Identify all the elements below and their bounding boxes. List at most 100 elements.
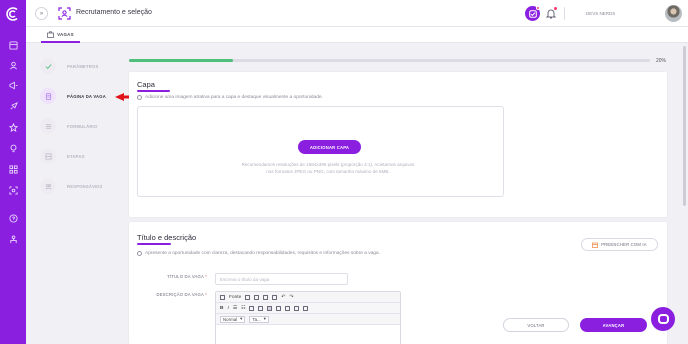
bold-icon[interactable]: B	[220, 306, 223, 311]
align-justify-icon[interactable]	[294, 305, 300, 311]
lightbulb-icon[interactable]	[8, 143, 18, 153]
step-formulario[interactable]: FORMULÁRIO	[40, 118, 130, 134]
step-responsaveis[interactable]: RESPONSÁVEIS	[40, 178, 130, 194]
cover-title: Capa	[137, 80, 155, 89]
notification-dot	[536, 6, 540, 10]
required-mark: *	[205, 292, 207, 297]
recruitment-module-icon	[58, 7, 71, 20]
home-icon[interactable]	[8, 40, 18, 50]
numbered-list-icon[interactable]: ☰	[233, 306, 237, 311]
people-icon[interactable]	[8, 234, 18, 244]
description-editor[interactable]: Fonte ↶ ↷ B I ☰ ☷ Normal ▾ Ta... ▾	[215, 291, 401, 344]
undo-icon[interactable]: ↶	[281, 295, 285, 300]
align-right-icon[interactable]	[285, 305, 291, 311]
calendar-icon	[592, 242, 599, 248]
cover-dropzone[interactable]: ADICIONAR CAPA Recomendamos resoluções d…	[137, 106, 504, 197]
progress-label: 20%	[656, 58, 667, 64]
job-title-input[interactable]: Escreva o título da vaga	[215, 273, 348, 285]
details-hint-text: Apresente a oportunidade com clareza, de…	[145, 251, 380, 256]
checklist-icon	[528, 9, 537, 18]
paste-icon[interactable]	[263, 294, 269, 300]
info-icon	[137, 95, 142, 100]
user-name[interactable]: DEVS NERDS	[586, 11, 615, 16]
copy-icon[interactable]	[254, 294, 260, 300]
indent-icon[interactable]	[258, 305, 264, 311]
tasks-button[interactable]	[525, 6, 540, 21]
description-label-text: DESCRIÇÃO DA VAGA	[156, 292, 204, 297]
people-icon	[40, 178, 56, 194]
format-select[interactable]: Normal ▾	[220, 315, 246, 323]
source-button[interactable]: Fonte	[229, 295, 241, 300]
app-logo[interactable]	[5, 6, 21, 22]
expand-sidebar-button[interactable]: »	[35, 7, 48, 20]
next-button[interactable]: AVANÇAR	[580, 318, 647, 332]
star-icon[interactable]	[8, 122, 18, 132]
editor-toolbar-row-2: B I ☰ ☷	[216, 303, 400, 314]
list-icon	[40, 118, 56, 134]
chevrons-right-icon: »	[39, 10, 44, 17]
fill-with-ai-button[interactable]: PREENCHER COM IA	[581, 238, 658, 251]
rocket-icon[interactable]	[8, 101, 18, 111]
chat-button[interactable]	[651, 307, 675, 331]
description-label: DESCRIÇÃO DA VAGA *	[137, 292, 207, 297]
outdent-icon[interactable]	[249, 305, 255, 311]
format-select-value: Normal	[223, 316, 238, 322]
left-rail	[0, 0, 26, 344]
cover-hint-text: Adicione uma imagem atrativa para a capa…	[145, 95, 323, 100]
help-icon[interactable]	[8, 213, 18, 223]
info-icon	[137, 251, 142, 256]
megaphone-icon[interactable]	[8, 80, 18, 90]
table-icon[interactable]	[303, 305, 309, 311]
details-title: Título e descrição	[137, 233, 197, 242]
title-underline	[137, 90, 170, 92]
cover-recommendations: Recomendamos resoluções de 1584x396 pixe…	[241, 162, 415, 174]
source-icon[interactable]	[220, 294, 225, 300]
cover-card: Capa Adicione uma imagem atrativa para a…	[129, 72, 667, 217]
step-etapas[interactable]: ETAPAS	[40, 148, 130, 164]
align-center-icon[interactable]	[276, 305, 282, 311]
step-label: ETAPAS	[67, 154, 85, 159]
title-underline	[137, 243, 171, 245]
job-title-label-text: TÍTULO DA VAGA	[167, 274, 204, 279]
chevron-down-icon: ▾	[263, 316, 266, 321]
add-cover-button[interactable]: ADICIONAR CAPA	[298, 140, 361, 154]
size-select[interactable]: Ta... ▾	[249, 315, 269, 323]
redo-icon[interactable]: ↷	[289, 295, 293, 300]
paste-text-icon[interactable]	[272, 294, 278, 300]
briefcase-icon	[47, 30, 55, 38]
progress-fill	[129, 59, 234, 62]
align-left-icon[interactable]	[267, 305, 273, 311]
top-bar: » Recrutamento e seleção DEVS NERDS ⌄	[26, 0, 688, 27]
app-title: Recrutamento e seleção	[76, 9, 152, 16]
document-icon	[40, 88, 56, 104]
step-label: FORMULÁRIO	[67, 124, 98, 129]
progress-bar	[129, 59, 650, 62]
check-icon	[40, 58, 56, 74]
job-title-placeholder: Escreva o título da vaga	[220, 277, 270, 282]
bullet-list-icon[interactable]: ☷	[241, 306, 245, 311]
step-label: PARÂMETROS	[67, 64, 99, 69]
fill-with-ai-label: PREENCHER COM IA	[601, 242, 647, 247]
chat-icon	[657, 314, 669, 324]
details-hint: Apresente a oportunidade com clareza, de…	[137, 251, 380, 256]
italic-icon[interactable]: I	[227, 306, 228, 311]
cut-icon[interactable]	[245, 294, 251, 300]
avatar[interactable]	[665, 5, 682, 22]
stack-icon	[40, 148, 56, 164]
step-parametros[interactable]: PARÂMETROS	[40, 58, 130, 74]
size-select-value: Ta...	[252, 316, 261, 322]
notification-dot	[554, 7, 557, 10]
tab-strip: VAGAS	[26, 27, 688, 43]
user-icon[interactable]	[8, 60, 18, 70]
editor-toolbar-row-1: Fonte ↶ ↷	[216, 292, 400, 303]
grid-icon[interactable]	[8, 164, 18, 174]
cover-hint: Adicione uma imagem atrativa para a capa…	[137, 95, 323, 100]
tab-vagas[interactable]: VAGAS	[41, 27, 80, 43]
back-button[interactable]: VOLTAR	[503, 318, 569, 332]
notifications-button[interactable]	[545, 7, 557, 19]
required-mark: *	[205, 274, 207, 279]
step-label: PÁGINA DA VAGA	[67, 94, 106, 99]
scrollbar[interactable]	[683, 46, 686, 206]
target-icon[interactable]	[8, 185, 18, 195]
step-label: RESPONSÁVEIS	[67, 184, 103, 189]
